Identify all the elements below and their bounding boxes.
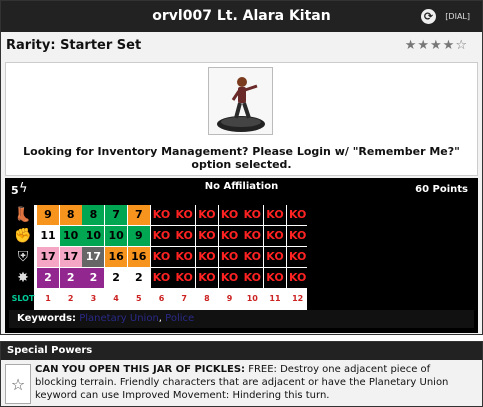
dial-cell-speed: 7 bbox=[127, 205, 150, 225]
dial-cell-speed: KO bbox=[173, 205, 196, 225]
dial-cell-damage: KO bbox=[286, 268, 309, 288]
character-card: orvl007 Lt. Alara Kitan ⟳ [DIAL] Rarity:… bbox=[0, 0, 483, 335]
dial-cell-attack: KO bbox=[150, 226, 173, 246]
keyword-link[interactable]: Police bbox=[165, 313, 194, 324]
shield-icon: ⛨ bbox=[17, 249, 29, 265]
slot-number: 2 bbox=[67, 294, 74, 303]
dial-cell-defense: 16 bbox=[127, 247, 150, 267]
dial-header: 5 ϟ No Affiliation 60 Points bbox=[5, 178, 478, 204]
slot-number: 8 bbox=[204, 294, 210, 303]
slot-number: 12 bbox=[292, 294, 304, 303]
dial-cell-speed: 8 bbox=[82, 205, 105, 225]
keywords-bar: Keywords: Planetary Union, Police bbox=[9, 310, 474, 328]
dial-cell-damage: KO bbox=[150, 268, 173, 288]
dial-cell-damage: 2 bbox=[105, 268, 128, 288]
dial-cell-defense: KO bbox=[286, 247, 309, 267]
figure-panel: Looking for Inventory Management? Please… bbox=[5, 62, 478, 176]
dial-cell-damage: KO bbox=[173, 268, 196, 288]
figure-image[interactable] bbox=[208, 67, 273, 135]
dial-cell-speed: KO bbox=[195, 205, 218, 225]
rarity-row: Rarity: Starter Set ★★★★☆ bbox=[1, 34, 482, 60]
dial-cell-damage: KO bbox=[241, 268, 264, 288]
keyword-link[interactable]: Planetary Union bbox=[79, 313, 159, 324]
dial-cell-damage: 2 bbox=[59, 268, 82, 288]
dial-cell-damage: 2 bbox=[127, 268, 150, 288]
dial-cell-defense: 17 bbox=[59, 247, 82, 267]
dial-cell-speed: KO bbox=[286, 205, 309, 225]
dial-link[interactable]: [DIAL] bbox=[445, 1, 470, 32]
dial-cell-attack: KO bbox=[195, 226, 218, 246]
dial-cell-speed: 7 bbox=[105, 205, 128, 225]
slot-number: 11 bbox=[269, 294, 281, 303]
dial-cell-damage: 2 bbox=[82, 268, 105, 288]
dial-cell-defense: KO bbox=[195, 247, 218, 267]
refresh-icon[interactable]: ⟳ bbox=[421, 9, 436, 24]
keyword-separator: , bbox=[158, 313, 162, 324]
dial-cell-attack: KO bbox=[286, 226, 309, 246]
rarity-label: Rarity: Starter Set bbox=[6, 38, 142, 53]
dial-cell-attack: 10 bbox=[105, 226, 128, 246]
dial-cell-attack: KO bbox=[218, 226, 241, 246]
dial-cell-speed: 8 bbox=[59, 205, 82, 225]
dial-cell-speed: 9 bbox=[37, 205, 59, 225]
dial-cell-attack: KO bbox=[264, 226, 286, 246]
slot-number: 9 bbox=[226, 294, 233, 303]
dial-cell-defense: KO bbox=[173, 247, 196, 267]
fist-icon: ✊ bbox=[14, 228, 32, 244]
slot-number: 1 bbox=[45, 294, 51, 303]
dial-cell-speed: KO bbox=[264, 205, 286, 225]
dial-cell-attack: 9 bbox=[127, 226, 150, 246]
card-titlebar: orvl007 Lt. Alara Kitan ⟳ [DIAL] bbox=[1, 1, 482, 32]
special-powers-panel: Special Powers ☆ CAN YOU OPEN THIS JAR O… bbox=[0, 341, 483, 407]
slot-number: 3 bbox=[90, 294, 97, 303]
slot-number: 6 bbox=[158, 294, 165, 303]
dial-cell-attack: 11 bbox=[37, 226, 59, 246]
star-icon: ☆ bbox=[5, 364, 31, 404]
dial-dark-area bbox=[307, 205, 474, 311]
boot-icon: 👢 bbox=[14, 207, 32, 223]
dial-cell-speed: KO bbox=[241, 205, 264, 225]
slot-number: 4 bbox=[113, 294, 119, 303]
keywords-label: Keywords: bbox=[17, 313, 77, 324]
figure-image-graphic bbox=[217, 77, 265, 132]
special-powers-header: Special Powers bbox=[1, 342, 482, 360]
power-description: CAN YOU OPEN THIS JAR OF PICKLES: FREE: … bbox=[35, 363, 475, 402]
dial-cell-defense: KO bbox=[264, 247, 286, 267]
starburst-icon: ✸ bbox=[17, 270, 29, 286]
slot-number: 5 bbox=[136, 294, 142, 303]
rarity-stars: ★★★★☆ bbox=[404, 38, 468, 53]
dial-cell-defense: 17 bbox=[82, 247, 105, 267]
slot-number: 7 bbox=[181, 294, 187, 303]
dial-cell-damage: KO bbox=[218, 268, 241, 288]
dial-cell-speed: KO bbox=[150, 205, 173, 225]
power-title: CAN YOU OPEN THIS JAR OF PICKLES: bbox=[35, 364, 246, 375]
dial-cell-defense: 16 bbox=[105, 247, 128, 267]
dial-cell-attack: KO bbox=[241, 226, 264, 246]
dial-cell-defense: 17 bbox=[37, 247, 59, 267]
card-title: orvl007 Lt. Alara Kitan bbox=[152, 8, 331, 24]
dial-cell-damage: KO bbox=[264, 268, 286, 288]
dial-cell-defense: KO bbox=[218, 247, 241, 267]
slot-number: 10 bbox=[246, 294, 258, 303]
dial-cell-attack: 10 bbox=[82, 226, 105, 246]
dial-cell-damage: KO bbox=[195, 268, 218, 288]
dial-cell-damage: 2 bbox=[37, 268, 59, 288]
slot-label: SLOT bbox=[11, 294, 35, 303]
dial-panel: 5 ϟ No Affiliation 60 Points 👢 9 8 8 7 7 KO KO K… bbox=[5, 178, 478, 333]
dial-cell-defense: KO bbox=[241, 247, 264, 267]
inventory-message: Looking for Inventory Management? Please… bbox=[23, 145, 460, 171]
affiliation: No Affiliation bbox=[204, 181, 279, 192]
dial-cell-attack: KO bbox=[173, 226, 196, 246]
dial-cell-attack: 10 bbox=[59, 226, 82, 246]
dial-cell-defense: KO bbox=[150, 247, 173, 267]
points: 60 Points bbox=[415, 184, 468, 195]
dial-cell-speed: KO bbox=[218, 205, 241, 225]
